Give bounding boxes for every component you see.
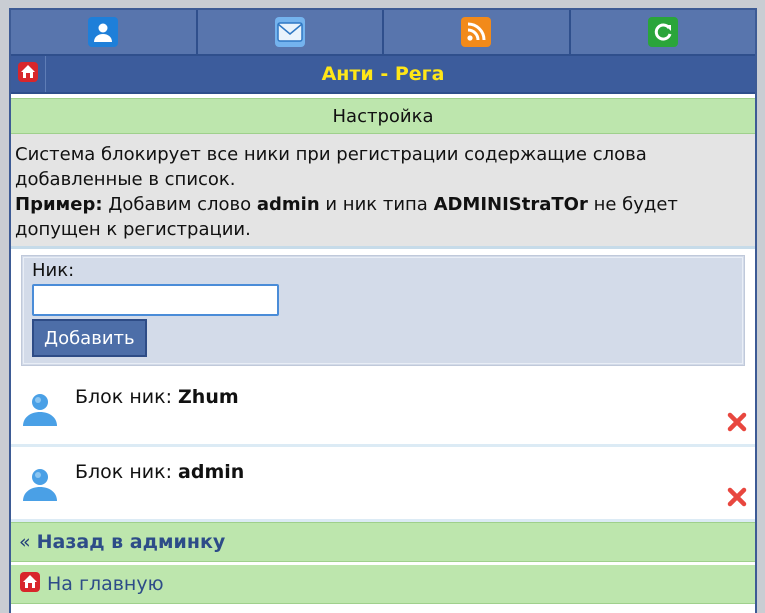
home-icon bbox=[19, 571, 41, 598]
user-avatar-icon bbox=[21, 467, 59, 507]
refresh-icon bbox=[647, 17, 678, 47]
page-title: Анти - Рега bbox=[321, 63, 445, 85]
blocked-nick: Zhum bbox=[178, 386, 239, 408]
user-icon bbox=[88, 17, 119, 47]
add-button[interactable]: Добавить bbox=[32, 319, 147, 357]
example-label: Пример: bbox=[15, 194, 103, 215]
back-to-admin-row: « Назад в админку bbox=[11, 522, 755, 562]
section-header: Настройка bbox=[11, 98, 755, 134]
nav-profile-button[interactable] bbox=[11, 10, 198, 56]
nav-refresh-button[interactable] bbox=[570, 10, 755, 56]
back-arrow: « bbox=[19, 531, 31, 553]
title-bar: Анти - Рега bbox=[11, 56, 755, 94]
blocked-nick-text: Блок ник: admin bbox=[75, 461, 244, 483]
rss-icon bbox=[461, 17, 492, 47]
top-nav bbox=[11, 10, 755, 56]
blocked-prefix: Блок ник: bbox=[75, 461, 179, 483]
info-text: Система блокирует все ники при регистрац… bbox=[11, 134, 755, 249]
example-word: admin bbox=[256, 194, 320, 215]
nav-mail-button[interactable] bbox=[197, 10, 384, 56]
home-link-row: На главную bbox=[11, 562, 755, 604]
back-to-admin-link[interactable]: Назад в админку bbox=[37, 531, 226, 553]
blocked-nick: admin bbox=[178, 461, 245, 483]
example-text-2: и ник типа bbox=[319, 194, 434, 215]
blocked-nick-text: Блок ник: Zhum bbox=[75, 386, 239, 408]
info-line: Система блокирует все ники при регистрац… bbox=[15, 144, 647, 190]
title-home-button[interactable] bbox=[11, 56, 46, 92]
nick-label: Ник: bbox=[32, 260, 75, 281]
delete-icon[interactable] bbox=[727, 487, 747, 511]
mail-icon bbox=[274, 17, 305, 47]
home-link[interactable]: На главную bbox=[47, 573, 164, 595]
add-form-wrapper: Ник: Добавить bbox=[11, 249, 755, 372]
example-text-1: Добавим слово bbox=[102, 194, 257, 215]
blocked-prefix: Блок ник: bbox=[75, 386, 179, 408]
info-example: Пример: Добавим слово admin и ник типа A… bbox=[15, 192, 751, 242]
page-frame: Анти - Рега Настройка Система блокирует … bbox=[9, 8, 757, 613]
nick-input[interactable] bbox=[32, 284, 279, 316]
list-item: Блок ник: Zhum bbox=[11, 372, 755, 447]
add-nick-form: Ник: Добавить bbox=[21, 255, 745, 366]
home-icon bbox=[17, 61, 39, 87]
delete-icon[interactable] bbox=[727, 412, 747, 436]
user-avatar-icon bbox=[21, 392, 59, 432]
example-nick: ADMINIStraTOr bbox=[433, 194, 588, 215]
list-item: Блок ник: admin bbox=[11, 447, 755, 522]
nav-rss-button[interactable] bbox=[384, 10, 571, 56]
